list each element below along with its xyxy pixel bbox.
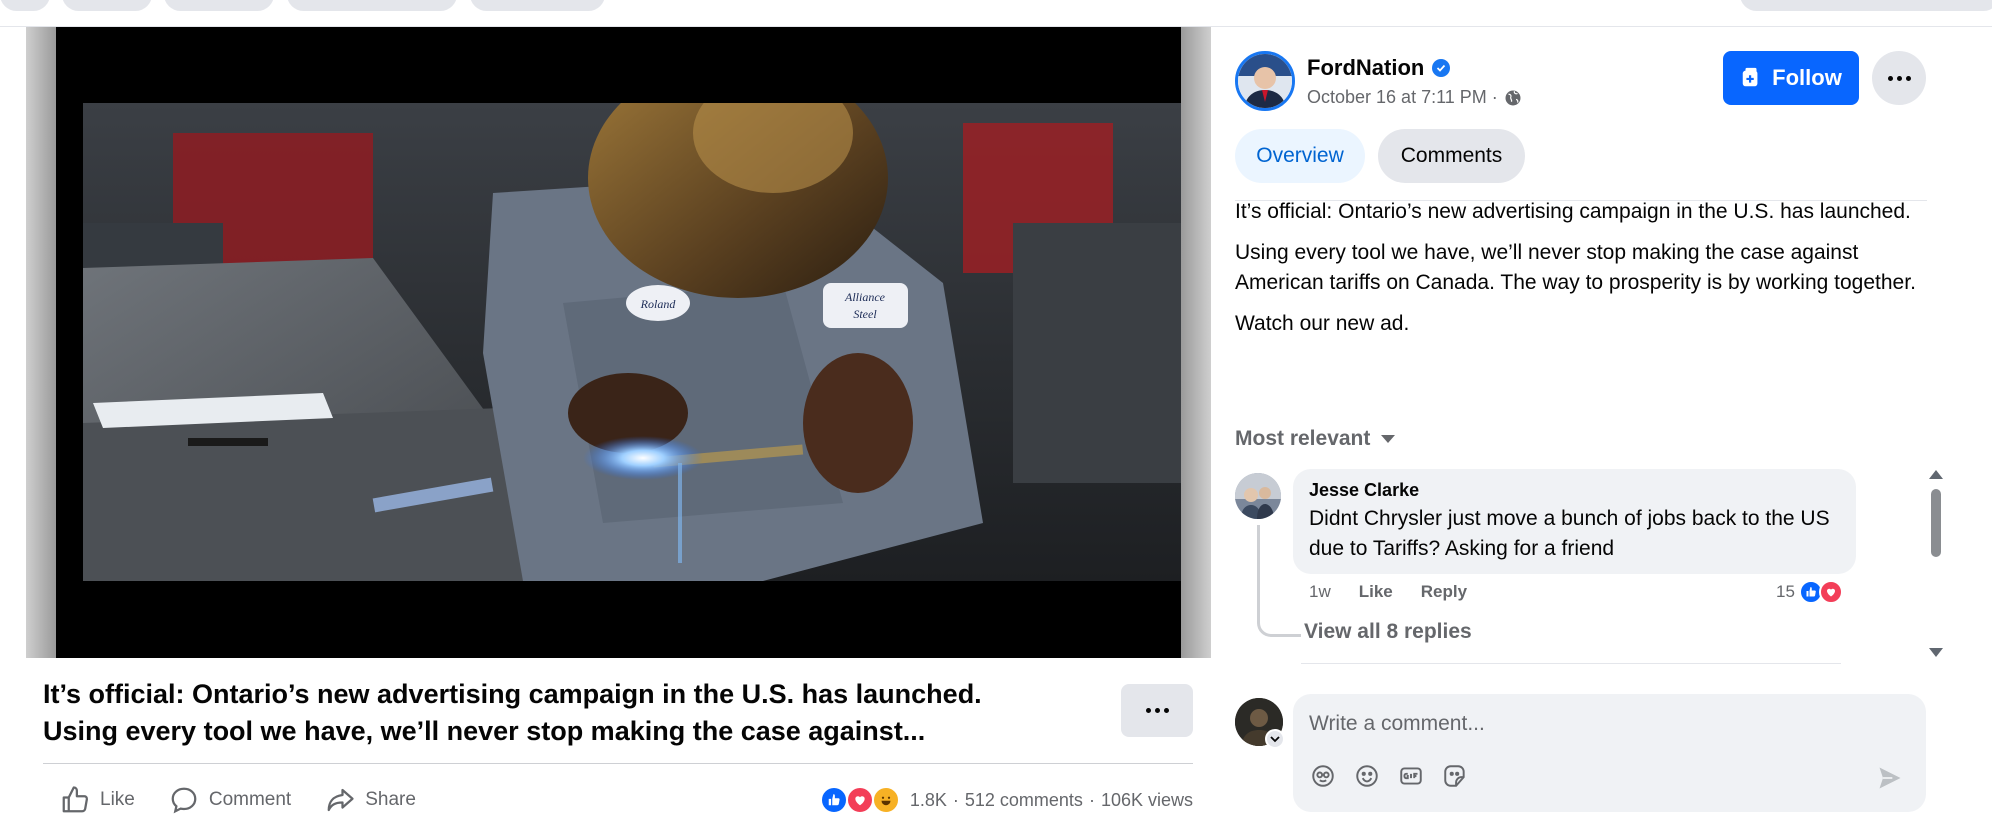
verified-badge-icon <box>1432 59 1451 77</box>
sticker-button[interactable] <box>1441 762 1469 790</box>
comment-reply-button[interactable]: Reply <box>1421 582 1467 602</box>
patch-left-text: Roland <box>640 297 677 311</box>
account-switch-chevron-icon[interactable] <box>1265 729 1285 749</box>
share-button[interactable]: Share <box>325 785 416 815</box>
reaction-count[interactable]: 1.8K <box>910 790 947 811</box>
comment-like-button[interactable]: Like <box>1359 582 1393 602</box>
commenter-name[interactable]: Jesse Clarke <box>1309 480 1840 501</box>
comment-input[interactable] <box>1309 708 1869 740</box>
divider <box>43 763 1193 764</box>
comment-label: Comment <box>208 789 292 810</box>
share-label: Share <box>365 789 416 810</box>
love-reaction-icon <box>1818 580 1843 604</box>
filter-pill[interactable] <box>470 0 605 11</box>
top-filter-bar <box>0 0 1992 27</box>
like-label: Like <box>100 789 135 810</box>
follow-icon <box>1742 67 1758 87</box>
comment-reaction-count: 15 <box>1776 582 1795 601</box>
patch-right-text-2: Steel <box>853 307 877 321</box>
timestamp-text[interactable]: October 16 at 7:11 PM · <box>1307 87 1498 108</box>
filter-pill[interactable] <box>62 0 152 11</box>
comment-time[interactable]: 1w <box>1309 582 1331 602</box>
post-title: It’s official: Ontario’s new advertising… <box>43 676 1083 750</box>
filter-pill[interactable] <box>287 0 457 11</box>
gif-button[interactable] <box>1397 762 1425 790</box>
comment-icon <box>171 787 197 814</box>
panel-more-button[interactable] <box>1872 51 1926 105</box>
view-replies-link[interactable]: View all 8 replies <box>1304 620 1472 644</box>
description-paragraph: It’s official: Ontario’s new advertising… <box>1235 200 1911 223</box>
filter-pill[interactable] <box>0 0 50 11</box>
post-title-line-2: Using every tool we have, we’ll never st… <box>43 716 926 746</box>
comment-bubble: Jesse Clarke Didnt Chrysler just move a … <box>1293 469 1856 574</box>
comment-composer <box>1293 694 1926 812</box>
love-reaction-icon <box>845 786 874 814</box>
emoji-icon <box>1356 765 1378 787</box>
stats-separator: · <box>1088 789 1095 810</box>
comment-button[interactable]: Comment <box>169 785 291 815</box>
video-frame-welder: Roland Alliance Steel <box>83 103 1181 581</box>
author-name[interactable]: FordNation <box>1307 55 1424 81</box>
description-paragraph: Watch our new ad. <box>1235 312 1410 335</box>
tab-comments[interactable]: Comments <box>1378 129 1525 183</box>
globe-icon <box>1505 90 1521 105</box>
scroll-down-arrow-icon[interactable] <box>1929 648 1943 657</box>
scrollbar-thumb[interactable] <box>1931 489 1941 557</box>
haha-reaction-icon <box>871 786 900 814</box>
tab-overview[interactable]: Overview <box>1235 129 1365 183</box>
send-icon[interactable] <box>1876 764 1904 792</box>
composer-tools <box>1309 762 1469 790</box>
scroll-up-arrow-icon[interactable] <box>1929 470 1943 479</box>
profile-photo <box>1238 54 1292 108</box>
sort-label: Most relevant <box>1235 427 1371 450</box>
stats-separator: · <box>952 789 959 810</box>
like-button[interactable]: Like <box>60 785 135 815</box>
post-timestamp[interactable]: October 16 at 7:11 PM · <box>1307 87 1522 108</box>
emoji-button[interactable] <box>1353 762 1381 790</box>
follow-label: Follow <box>1772 65 1842 90</box>
sticker-icon <box>1444 765 1465 787</box>
post-title-line-1: It’s official: Ontario’s new advertising… <box>43 679 982 709</box>
ellipsis-icon <box>1145 708 1169 713</box>
video-viewport[interactable]: Roland Alliance Steel <box>56 27 1181 658</box>
share-icon <box>327 788 354 812</box>
post-stats: 1.8K · 512 comments · 106K views <box>819 786 1193 814</box>
caret-down-icon <box>1381 435 1396 443</box>
divider <box>1301 663 1841 664</box>
comments-count[interactable]: 512 comments <box>965 790 1083 811</box>
filter-pill[interactable] <box>164 0 274 11</box>
post-actions: Like Comment Share <box>60 782 416 818</box>
commenter-photo <box>1235 473 1281 519</box>
commenter-avatar[interactable] <box>1235 473 1281 519</box>
description-paragraph: Using every tool we have, we’ll never st… <box>1235 241 1916 294</box>
comment-sort-dropdown[interactable]: Most relevant <box>1235 427 1396 451</box>
comment-meta: 1w Like Reply <box>1309 582 1467 602</box>
views-count: 106K views <box>1100 789 1193 810</box>
filter-pill[interactable] <box>1740 0 1992 11</box>
like-reaction-icon <box>819 786 848 814</box>
follow-button[interactable]: Follow <box>1723 51 1859 105</box>
avatar-sticker-button[interactable] <box>1309 762 1337 790</box>
page-avatar[interactable] <box>1235 51 1295 111</box>
avatar-sticker-icon <box>1312 765 1334 787</box>
page-name[interactable]: FordNation <box>1307 55 1451 81</box>
patch-right-text-1: Alliance <box>844 290 886 304</box>
thumbs-up-icon <box>62 786 88 813</box>
comment-reactions[interactable]: 15 <box>1776 580 1843 604</box>
comment-text: Didnt Chrysler just move a bunch of jobs… <box>1309 507 1830 560</box>
ellipsis-icon <box>1887 75 1911 81</box>
gif-icon <box>1400 767 1422 785</box>
video-player[interactable]: Roland Alliance Steel <box>26 27 1211 658</box>
post-description: It’s official: Ontario’s new advertising… <box>1235 197 1925 350</box>
post-more-button[interactable] <box>1121 684 1193 737</box>
